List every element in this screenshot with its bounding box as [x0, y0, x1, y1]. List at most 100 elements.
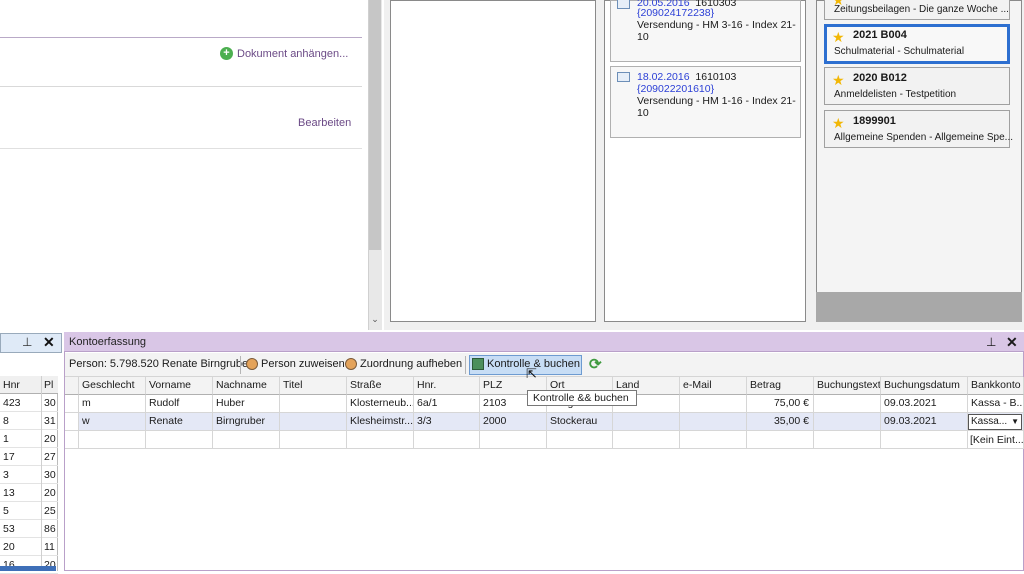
tooltip: Kontrolle && buchen: [527, 390, 637, 406]
table-cell[interactable]: [814, 395, 881, 413]
table-cell[interactable]: [680, 413, 747, 431]
table-cell[interactable]: 3/3: [414, 413, 480, 431]
table-cell[interactable]: w: [79, 413, 146, 431]
attach-document-link[interactable]: + Dokument anhängen...: [220, 47, 348, 60]
table-cell[interactable]: 09.03.2021: [881, 413, 968, 431]
column-header[interactable]: Vorname: [146, 377, 213, 395]
table-cell[interactable]: [280, 395, 347, 413]
table-cell[interactable]: m: [79, 395, 146, 413]
new-row-cell[interactable]: [680, 431, 747, 449]
mini-grid-row[interactable]: 13 20: [0, 484, 58, 502]
add-icon: +: [220, 47, 233, 60]
dropdown-option[interactable]: [Kein Eint...: [970, 434, 1024, 446]
table-cell[interactable]: 6a/1: [414, 395, 480, 413]
table-cell[interactable]: Klesheimstr...: [347, 413, 414, 431]
mini-grid-row[interactable]: 3 30: [0, 466, 58, 484]
table-cell[interactable]: [613, 413, 680, 431]
column-header[interactable]: Nachname: [213, 377, 280, 395]
table-cell[interactable]: [280, 413, 347, 431]
column-header[interactable]: Bankkonto: [968, 377, 1024, 395]
close-icon[interactable]: ✕: [43, 334, 55, 351]
new-row-cell[interactable]: [347, 431, 414, 449]
new-row-cell[interactable]: [747, 431, 814, 449]
book-icon: [472, 358, 484, 370]
scrollbar-thumb[interactable]: [369, 0, 381, 250]
table-cell[interactable]: Kassa - B...: [968, 395, 1024, 413]
column-header[interactable]: Buchungsdatum: [881, 377, 968, 395]
new-row-cell[interactable]: [79, 431, 146, 449]
new-row-cell[interactable]: [213, 431, 280, 449]
pin-icon[interactable]: ⊥: [986, 335, 996, 349]
mini-grid-row[interactable]: 1 20: [0, 430, 58, 448]
mini-grid-row[interactable]: 423 30: [0, 394, 58, 412]
mini-grid-header: Hnr Pl: [0, 376, 58, 394]
table-cell[interactable]: Stockerau: [547, 413, 613, 431]
person-label: Person:: [69, 358, 107, 370]
horizontal-scrollbar[interactable]: [0, 566, 56, 571]
row-selector[interactable]: [65, 413, 79, 431]
project-description: Zeitungsbeilagen - Die ganze Woche ...: [834, 4, 1009, 15]
new-row-cell[interactable]: [280, 431, 347, 449]
mini-grid-row[interactable]: 20 11: [0, 538, 58, 556]
new-row-cell[interactable]: [814, 431, 881, 449]
new-row-cell[interactable]: [414, 431, 480, 449]
mini-grid-row[interactable]: 53 86: [0, 520, 58, 538]
close-icon[interactable]: ✕: [1006, 334, 1018, 351]
mini-grid-cell: 8: [3, 415, 9, 427]
mini-grid-row[interactable]: 5 25: [0, 502, 58, 520]
edit-link[interactable]: Bearbeiten: [298, 117, 351, 129]
column-header[interactable]: e-Mail: [680, 377, 747, 395]
row-selector[interactable]: [65, 395, 79, 413]
new-row-cell[interactable]: [146, 431, 213, 449]
new-row-cell[interactable]: [480, 431, 547, 449]
mini-grid-row[interactable]: 16 20: [0, 556, 58, 574]
scroll-down-arrow-icon[interactable]: ⌄: [368, 314, 382, 328]
assign-person-button[interactable]: Person zuweisen: [246, 358, 345, 370]
document-card[interactable]: 20.05.2016 1610303 {209024172238} Versen…: [610, 0, 801, 62]
pin-icon[interactable]: ⊥: [22, 335, 32, 349]
table-cell[interactable]: 09.03.2021: [881, 395, 968, 413]
mini-grid-cell: 17: [3, 451, 15, 463]
bank-account-dropdown[interactable]: Kassa... ▼: [968, 414, 1022, 430]
new-row-cell[interactable]: [881, 431, 968, 449]
project-card[interactable]: ★ Zeitungsbeilagen - Die ganze Woche ...: [824, 0, 1010, 20]
table-cell[interactable]: Birngruber: [213, 413, 280, 431]
table-cell[interactable]: Renate: [146, 413, 213, 431]
column-header[interactable]: Geschlecht: [79, 377, 146, 395]
mini-grid-row[interactable]: 17 27: [0, 448, 58, 466]
column-header[interactable]: Betrag: [747, 377, 814, 395]
column-header[interactable]: Straße: [347, 377, 414, 395]
new-row-cell[interactable]: [547, 431, 613, 449]
person-icon: [345, 358, 357, 370]
row-selector[interactable]: [65, 431, 79, 449]
table-cell[interactable]: [814, 413, 881, 431]
table-cell[interactable]: 2000: [480, 413, 547, 431]
table-cell[interactable]: Klosterneub...: [347, 395, 414, 413]
table-cell[interactable]: Rudolf: [146, 395, 213, 413]
remove-assignment-label: Zuordnung aufheben: [360, 358, 463, 370]
table-cell[interactable]: Huber: [213, 395, 280, 413]
table-cell[interactable]: 75,00 €: [747, 395, 814, 413]
mini-grid-cell: 20: [3, 541, 15, 553]
project-card-selected[interactable]: ★ 2021 B004 Schulmaterial - Schulmateria…: [824, 24, 1010, 64]
table-cell[interactable]: 35,00 €: [747, 413, 814, 431]
person-info: Person: 5.798.520 Renate Birngruber: [69, 358, 252, 370]
column-header[interactable]: Titel: [280, 377, 347, 395]
divider: [0, 37, 362, 38]
column-header[interactable]: Hnr.: [414, 377, 480, 395]
mini-grid-cell: 423: [3, 397, 21, 409]
star-icon: ★: [832, 72, 845, 88]
column-header[interactable]: Buchungstext: [814, 377, 881, 395]
project-description: Schulmaterial - Schulmaterial: [834, 46, 965, 57]
remove-assignment-button[interactable]: Zuordnung aufheben: [345, 358, 462, 370]
refresh-icon[interactable]: ⟳: [589, 357, 605, 373]
grid-corner[interactable]: [65, 377, 79, 395]
mini-grid-cell: 3: [3, 469, 9, 481]
person-value: 5.798.520 Renate Birngruber: [109, 358, 252, 370]
table-cell[interactable]: [680, 395, 747, 413]
mini-grid-row[interactable]: 8 31: [0, 412, 58, 430]
project-card[interactable]: ★ 2020 B012 Anmeldelisten - Testpetition: [824, 67, 1010, 105]
new-row-cell[interactable]: [613, 431, 680, 449]
project-card[interactable]: ★ 1899901 Allgemeine Spenden - Allgemein…: [824, 110, 1013, 148]
document-card[interactable]: 18.02.2016 1610103 {209022201610} Versen…: [610, 66, 801, 138]
